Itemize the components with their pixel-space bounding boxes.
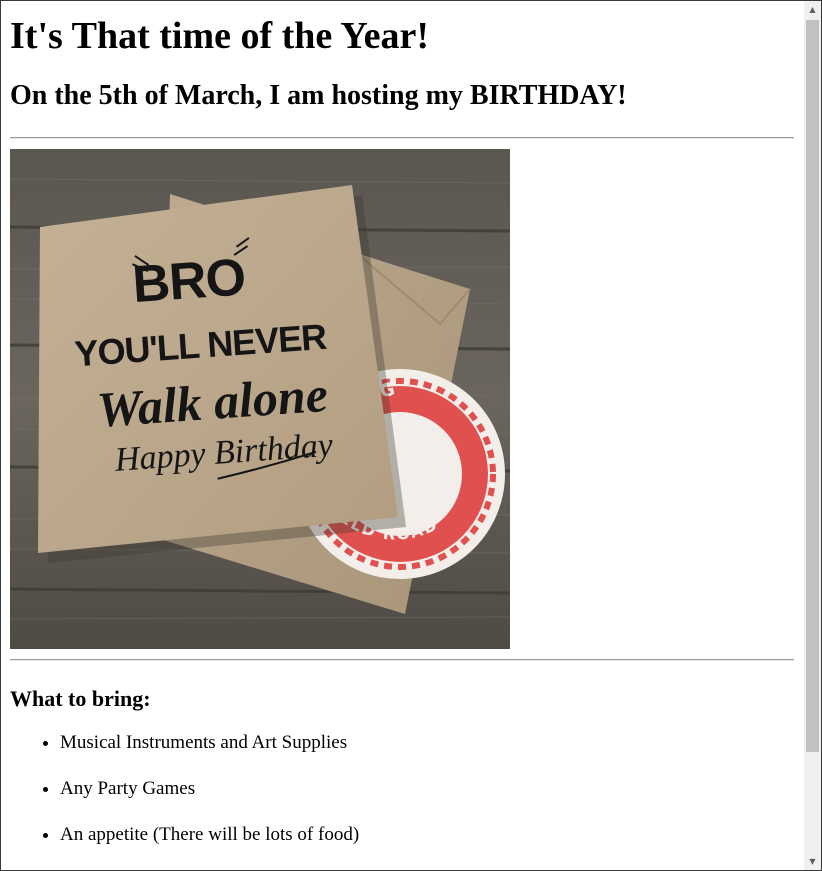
birthday-card-image: BREWING ANFIELD ROAD BRO YOU'LL NEVER Wa… bbox=[10, 149, 510, 649]
page-title: It's That time of the Year! bbox=[10, 15, 429, 57]
divider-bottom bbox=[10, 659, 794, 661]
page-content: It's That time of the Year! On the 5th o… bbox=[1, 1, 803, 870]
scroll-up-arrow-icon[interactable]: ▲ bbox=[804, 1, 821, 18]
list-item: Any Party Games bbox=[60, 777, 794, 801]
bring-list: Musical Instruments and Art Supplies Any… bbox=[10, 731, 794, 847]
vertical-scrollbar[interactable]: ▲ ▼ bbox=[804, 1, 821, 870]
scrollbar-thumb[interactable] bbox=[806, 20, 819, 752]
list-item: An appetite (There will be lots of food) bbox=[60, 823, 794, 847]
bring-heading: What to bring: bbox=[10, 686, 151, 711]
card-line-1: BRO bbox=[131, 248, 247, 314]
event-subtitle: On the 5th of March, I am hosting my BIR… bbox=[10, 80, 627, 111]
list-item: Musical Instruments and Art Supplies bbox=[60, 731, 794, 755]
divider-top bbox=[10, 137, 794, 139]
browser-viewport: It's That time of the Year! On the 5th o… bbox=[0, 0, 822, 871]
scroll-down-arrow-icon[interactable]: ▼ bbox=[804, 853, 821, 870]
